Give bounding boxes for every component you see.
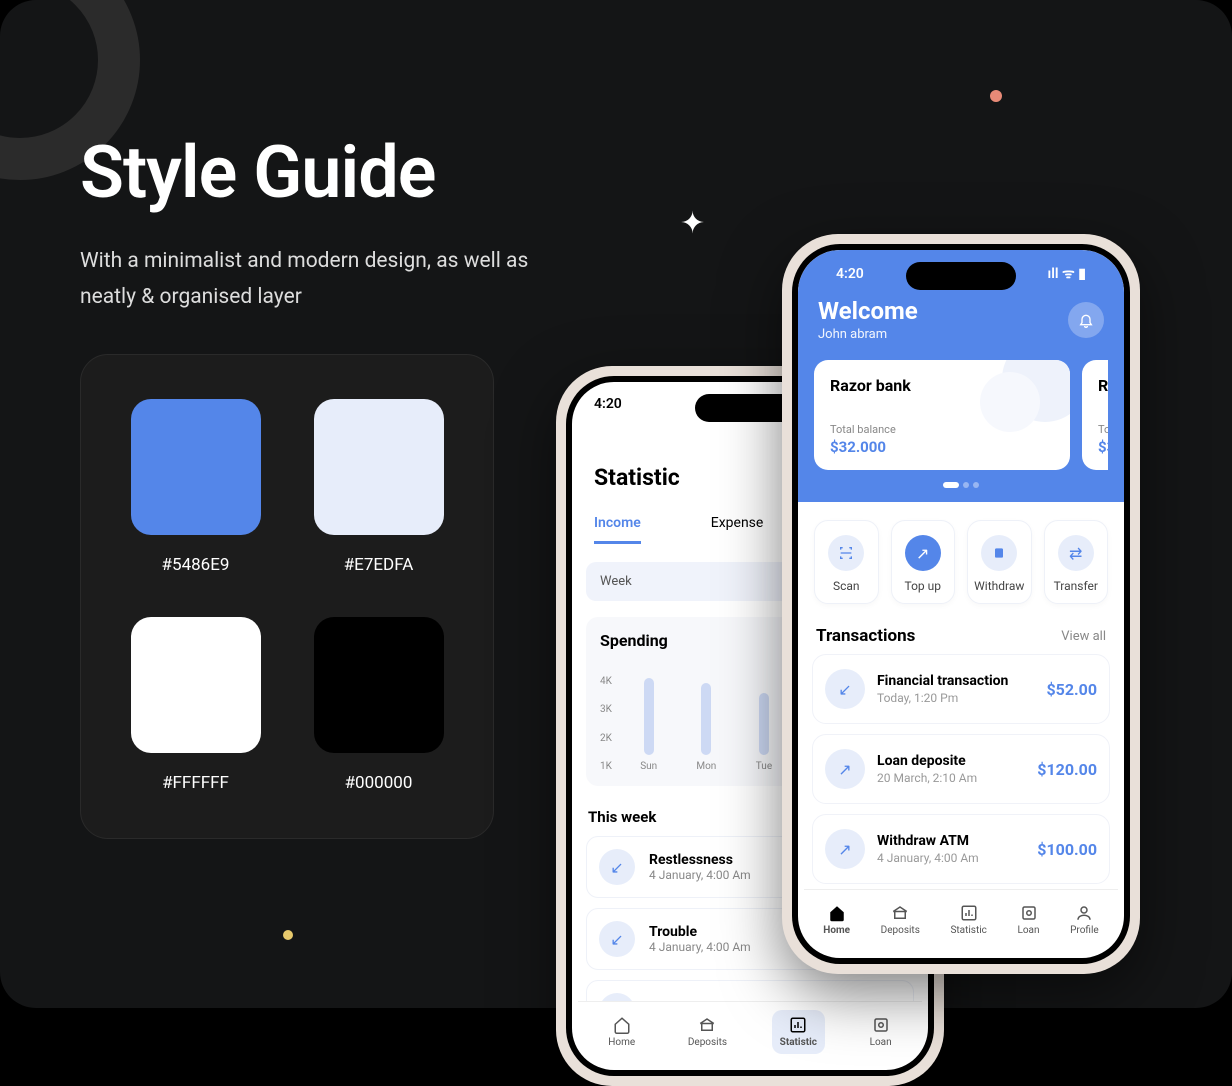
nav-statistic[interactable]: Statistic — [772, 1010, 825, 1054]
status-time: 4:20 — [836, 266, 864, 282]
scan-icon — [828, 535, 864, 571]
bar: Sun — [628, 678, 670, 772]
bell-icon — [1078, 312, 1094, 328]
phone-mock-home: 4:20 ıll ᯤ ▮ Welcome John abram Razor — [782, 234, 1140, 974]
color-hex: #5486E9 — [121, 555, 270, 575]
action-topup[interactable]: ↗Top up — [891, 520, 956, 604]
bar: Tue — [743, 693, 785, 772]
tx-name: Loan deposite — [877, 753, 977, 769]
action-transfer[interactable]: ⇄Transfer — [1044, 520, 1109, 604]
item-date: 4 January, 4:00 Am — [649, 868, 751, 882]
topup-icon: ↗ — [905, 535, 941, 571]
withdraw-icon — [981, 535, 1017, 571]
arrow-in-icon: ↙ — [599, 921, 635, 957]
item-title: Trouble — [649, 924, 751, 940]
tx-amount: $52.00 — [1046, 680, 1097, 699]
color-hex: #000000 — [304, 773, 453, 793]
tab-income[interactable]: Income — [594, 515, 641, 544]
item-title: Restlessness — [649, 852, 751, 868]
balance-amount: $32.0 — [1098, 438, 1108, 456]
user-name: John abram — [818, 327, 918, 342]
quick-actions: Scan ↗Top up Withdraw ⇄Transfer — [798, 502, 1124, 604]
nav-loan[interactable]: Loan — [862, 1010, 900, 1054]
tx-amount: $120.00 — [1037, 760, 1097, 779]
nav-deposits[interactable]: Deposits — [680, 1010, 735, 1054]
color-chip — [314, 399, 444, 535]
nav-loan[interactable]: Loan — [1009, 898, 1047, 942]
carousel-dots — [814, 482, 1108, 488]
transaction-row[interactable]: ↗ Withdraw ATM 4 January, 4:00 Am $100.00 — [812, 814, 1110, 884]
page-subtitle: With a minimalist and modern design, as … — [80, 244, 540, 315]
swatch: #FFFFFF — [121, 617, 270, 795]
color-chip — [314, 617, 444, 753]
y-axis: 4K 3K 2K 1K — [600, 676, 612, 772]
transactions-heading: Transactions — [816, 626, 915, 646]
balance-amount: $32.000 — [830, 438, 1054, 456]
status-icons: ıll ᯤ ▮ — [1048, 264, 1086, 283]
tx-name: Withdraw ATM — [877, 833, 979, 849]
sparkle-icon: ✦ — [680, 206, 705, 241]
swatch: #E7EDFA — [304, 399, 453, 577]
color-chip — [131, 399, 261, 535]
balance-label: Total ba — [1098, 423, 1108, 436]
arrow-in-icon: ↙ — [825, 669, 865, 709]
swatch: #5486E9 — [121, 399, 270, 577]
arrow-out-icon: ↗ — [825, 749, 865, 789]
account-card[interactable]: Razor Total ba $32.0 — [1082, 360, 1108, 470]
phone-notch — [906, 262, 1016, 290]
arrow-out-icon: ↗ — [825, 829, 865, 869]
bottom-nav: Home Deposits Statistic Loan Profile — [804, 889, 1118, 952]
tx-name: Financial transaction — [877, 673, 1008, 689]
nav-home[interactable]: Home — [600, 1010, 643, 1054]
view-all-link[interactable]: View all — [1061, 629, 1106, 644]
nav-home[interactable]: Home — [815, 898, 858, 942]
nav-statistic[interactable]: Statistic — [942, 898, 994, 942]
tx-date: 20 March, 2:10 Am — [877, 771, 977, 785]
color-hex: #FFFFFF — [121, 773, 270, 793]
action-scan[interactable]: Scan — [814, 520, 879, 604]
nav-deposits[interactable]: Deposits — [873, 898, 928, 942]
notification-button[interactable] — [1068, 302, 1104, 338]
account-cards[interactable]: Razor bank Total balance $32.000 Razor T… — [814, 360, 1108, 470]
bank-name: Razor — [1098, 376, 1108, 395]
tx-date: 4 January, 4:00 Am — [877, 851, 979, 865]
decorative-dot — [283, 930, 293, 940]
color-palette: #5486E9 #E7EDFA #FFFFFF #000000 — [80, 354, 494, 839]
transaction-row[interactable]: ↙ Financial transaction Today, 1:20 Pm $5… — [812, 654, 1110, 724]
color-chip — [131, 617, 261, 753]
nav-profile[interactable]: Profile — [1062, 898, 1107, 942]
account-card[interactable]: Razor bank Total balance $32.000 — [814, 360, 1070, 470]
tab-expense[interactable]: Expense — [711, 515, 764, 544]
action-withdraw[interactable]: Withdraw — [967, 520, 1032, 604]
page-title: Style Guide — [80, 130, 435, 215]
color-hex: #E7EDFA — [304, 555, 453, 575]
decorative-dot — [990, 90, 1002, 102]
item-date: 4 January, 4:00 Am — [649, 940, 751, 954]
bottom-nav: Home Deposits Statistic Loan — [578, 1001, 922, 1064]
tx-date: Today, 1:20 Pm — [877, 691, 1008, 705]
bar: Mon — [686, 683, 728, 772]
transfer-icon: ⇄ — [1058, 535, 1094, 571]
welcome-title: Welcome — [818, 297, 918, 325]
transaction-row[interactable]: ↗ Loan deposite 20 March, 2:10 Am $120.00 — [812, 734, 1110, 804]
arrow-in-icon: ↙ — [599, 849, 635, 885]
tx-amount: $100.00 — [1037, 840, 1097, 859]
status-time: 4:20 — [594, 396, 622, 412]
swatch: #000000 — [304, 617, 453, 795]
